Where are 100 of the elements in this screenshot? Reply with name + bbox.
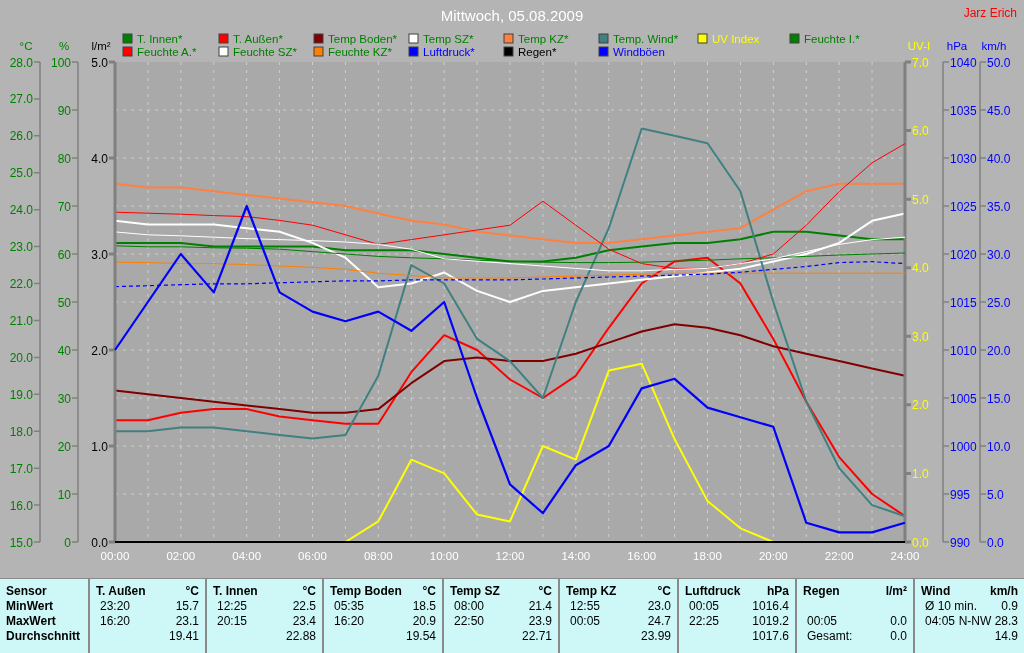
tick-label: 12:00: [495, 550, 525, 562]
table-cell: 0.0: [890, 614, 907, 629]
table-cell: 0.0: [890, 629, 907, 644]
table-cell: N-NW 28.3: [958, 614, 1018, 629]
table-cell: 22:25: [689, 614, 720, 629]
tick-label: 35.0: [987, 199, 1011, 214]
table-cell: 23.99: [640, 629, 671, 644]
tick-label: 1015: [950, 295, 977, 310]
table-cell: 16:20: [334, 614, 365, 629]
column-header: T. Außen: [96, 584, 146, 599]
tick-label: 80: [57, 151, 71, 166]
table-cell: 22:50: [454, 614, 485, 629]
tick-label: 28.0: [9, 55, 33, 70]
tick-label: 22.0: [9, 277, 33, 292]
tick-label: 27.0: [9, 92, 33, 107]
legend-label: T. Innen*: [137, 33, 183, 45]
legend-label: Temp Boden*: [328, 33, 398, 45]
tick-label: 10: [57, 487, 71, 502]
tick-label: 30: [57, 391, 71, 406]
legend-label: Windböen: [613, 46, 665, 58]
table-cell: 22.71: [521, 629, 552, 644]
tick-label: 10.0: [987, 439, 1011, 454]
tick-label: 25.0: [987, 295, 1011, 310]
tick-label: 26.0: [9, 129, 33, 144]
axis-unit: hPa: [946, 40, 968, 52]
tick-label: 18:00: [693, 550, 722, 562]
tick-label: 04:00: [232, 550, 262, 562]
tick-label: 40: [57, 343, 71, 358]
tick-label: 23.0: [9, 240, 33, 255]
tick-label: 70: [57, 199, 71, 214]
legend-label: Feuchte A.*: [137, 46, 197, 58]
unit-label: °C: [538, 584, 552, 599]
table-cell: 23:20: [100, 599, 131, 614]
row-label: MaxWert: [6, 614, 57, 629]
tick-label: 995: [950, 487, 971, 502]
tick-label: 10:00: [429, 550, 459, 562]
tick-label: 0.0: [987, 535, 1004, 550]
table-cell: 15.7: [175, 599, 199, 614]
table-cell: 18.5: [412, 599, 436, 614]
unit-label: °C: [422, 584, 436, 599]
table-cell: 00:05: [689, 599, 720, 614]
tick-label: 6.0: [912, 124, 929, 139]
column-header: T. Innen: [213, 584, 258, 599]
tick-label: 00:00: [100, 550, 130, 562]
table-cell: 22.88: [285, 629, 316, 644]
tick-label: 1030: [950, 151, 977, 166]
tick-label: 1010: [950, 343, 977, 358]
table-cell: 22.5: [292, 599, 316, 614]
column-header: Temp SZ: [450, 584, 500, 599]
tick-label: 19.0: [9, 387, 33, 402]
tick-label: 15.0: [9, 535, 33, 550]
column-header: Sensor: [6, 584, 48, 599]
unit-label: °C: [657, 584, 671, 599]
axis-unit: km/h: [981, 40, 1007, 52]
tick-label: 0.0: [912, 535, 929, 550]
column-header: Regen: [803, 584, 840, 599]
tick-label: 1000: [950, 439, 977, 454]
unit-label: °C: [302, 584, 316, 599]
table-cell: 19.54: [405, 629, 436, 644]
tick-label: 20.0: [987, 343, 1011, 358]
tick-label: 0: [64, 535, 71, 550]
author-label: Jarz Erich: [963, 6, 1017, 20]
tick-label: 25.0: [9, 166, 33, 181]
tick-label: 15.0: [987, 391, 1011, 406]
legend-label: Feuchte SZ*: [233, 46, 297, 58]
tick-label: 1025: [950, 199, 977, 214]
tick-label: 4.0: [91, 151, 108, 166]
tick-label: 5.0: [912, 192, 929, 207]
tick-label: 45.0: [987, 103, 1011, 118]
table-cell: Ø 10 min.: [925, 599, 978, 614]
table-cell: 23.0: [647, 599, 671, 614]
tick-label: 20:00: [758, 550, 788, 562]
tick-label: 22:00: [824, 550, 854, 562]
tick-label: 4.0: [912, 261, 929, 276]
tick-label: 1040: [950, 55, 977, 70]
table-cell: 19.41: [168, 629, 199, 644]
table-cell: 16:20: [100, 614, 131, 629]
legend-label: Feuchte KZ*: [328, 46, 392, 58]
unit-label: l/m²: [885, 584, 907, 599]
table-cell: Gesamt:: [807, 629, 853, 644]
axis-unit: °C: [19, 40, 33, 52]
legend-label: UV Index: [712, 33, 760, 45]
tick-label: 18.0: [9, 424, 33, 439]
tick-label: 08:00: [363, 550, 393, 562]
tick-label: 1.0: [91, 439, 108, 454]
table-cell: 23.9: [528, 614, 552, 629]
unit-label: °C: [185, 584, 199, 599]
tick-label: 06:00: [298, 550, 327, 562]
legend-label: Temp. Wind*: [613, 33, 679, 45]
table-cell: 20.9: [412, 614, 436, 629]
legend-label: Temp KZ*: [518, 33, 569, 45]
legend-label: Luftdruck*: [423, 46, 475, 58]
tick-label: 50.0: [987, 55, 1011, 70]
table-cell: 23.1: [175, 614, 199, 629]
table-cell: 1019.2: [752, 614, 789, 629]
tick-label: 50: [57, 295, 71, 310]
tick-label: 100: [50, 55, 71, 70]
tick-label: 21.0: [9, 313, 33, 328]
tick-label: 1020: [950, 247, 977, 262]
tick-label: 5.0: [987, 487, 1004, 502]
